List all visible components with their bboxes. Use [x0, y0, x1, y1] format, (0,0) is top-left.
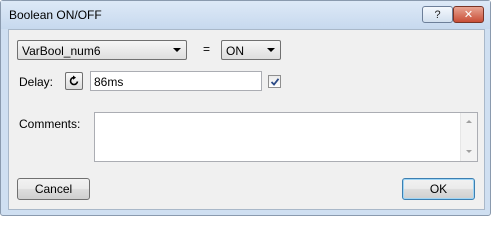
window-title: Boolean ON/OFF: [9, 8, 102, 22]
comments-label: Comments:: [19, 117, 81, 131]
delay-checkbox[interactable]: [268, 75, 281, 88]
title-bar[interactable]: Boolean ON/OFF ? ✕: [1, 1, 490, 29]
operator-label: =: [203, 42, 211, 56]
help-button[interactable]: ?: [422, 6, 453, 23]
dialog-body: VarBool_num6 = ON Delay: 86ms Comments:: [8, 29, 485, 210]
close-button[interactable]: ✕: [453, 6, 484, 23]
ok-button-label: OK: [429, 182, 448, 196]
chevron-down-icon: [267, 48, 275, 52]
comments-scrollbar[interactable]: [460, 113, 477, 161]
delay-input-value: 86ms: [94, 75, 124, 89]
comments-textarea[interactable]: [94, 112, 478, 162]
chevron-down-icon: [173, 48, 181, 52]
cancel-button[interactable]: Cancel: [17, 178, 90, 200]
cancel-button-label: Cancel: [34, 182, 73, 196]
variable-select[interactable]: VarBool_num6: [17, 40, 187, 60]
close-icon: ✕: [463, 9, 474, 21]
ok-button[interactable]: OK: [402, 178, 475, 200]
scroll-down-icon[interactable]: [466, 150, 472, 153]
scroll-up-icon[interactable]: [466, 120, 472, 123]
refresh-button[interactable]: [65, 72, 83, 90]
delay-label: Delay:: [19, 75, 54, 89]
help-icon: ?: [434, 8, 441, 21]
refresh-icon: [69, 75, 79, 86]
dialog-window: Boolean ON/OFF ? ✕ VarBool_num6 = ON Del…: [0, 0, 491, 216]
checkmark-icon: [270, 78, 280, 86]
value-select[interactable]: ON: [221, 40, 281, 60]
delay-input[interactable]: 86ms: [90, 71, 262, 91]
variable-select-value: VarBool_num6: [22, 44, 101, 58]
value-select-value: ON: [226, 44, 244, 58]
